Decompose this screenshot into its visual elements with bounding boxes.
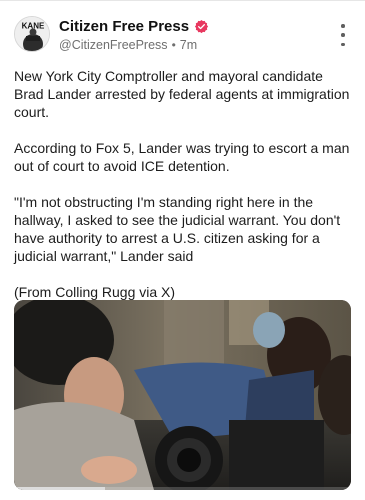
name-line: Citizen Free Press <box>59 17 299 35</box>
author-block: Citizen Free Press @CitizenFreePress • 7… <box>59 17 299 52</box>
video-frame <box>14 300 351 490</box>
avatar[interactable]: KANE <box>14 16 50 52</box>
video-progress-fill <box>14 487 105 490</box>
verified-badge-icon <box>194 19 209 34</box>
post-header: KANE Citizen Free Press @CitizenFreePres… <box>14 14 351 58</box>
post-paragraph: "I'm not obstructing I'm standing right … <box>14 194 341 264</box>
post-card: KANE Citizen Free Press @CitizenFreePres… <box>0 0 365 500</box>
video-player[interactable] <box>14 300 351 490</box>
divider <box>0 0 365 1</box>
author-name[interactable]: Citizen Free Press <box>59 18 189 35</box>
post-paragraph: According to Fox 5, Lander was trying to… <box>14 140 350 174</box>
meta-line: @CitizenFreePress • 7m <box>59 38 299 52</box>
more-options-button[interactable] <box>335 24 351 46</box>
author-handle[interactable]: @CitizenFreePress <box>59 38 168 52</box>
avatar-text: KANE <box>22 22 45 31</box>
post-paragraph: New York City Comptroller and mayoral ca… <box>14 68 350 120</box>
post-paragraph: (From Colling Rugg via X) <box>14 284 176 300</box>
post-body: New York City Comptroller and mayoral ca… <box>14 67 351 319</box>
more-vertical-icon <box>341 24 345 28</box>
avatar-image: KANE <box>15 17 49 51</box>
post-timestamp[interactable]: 7m <box>180 38 197 52</box>
video-progress-bar[interactable] <box>14 487 351 490</box>
separator-dot: • <box>171 38 176 52</box>
